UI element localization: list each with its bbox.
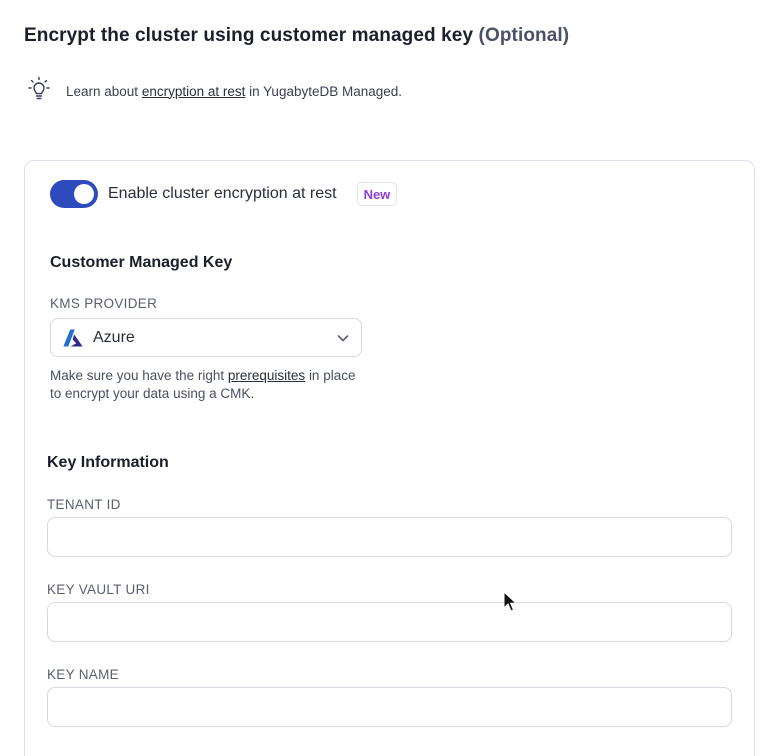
page-title: Encrypt the cluster using customer manag… bbox=[24, 25, 569, 47]
kms-provider-value: Azure bbox=[93, 328, 135, 346]
encryption-settings-page: Encrypt the cluster using customer manag… bbox=[0, 0, 768, 756]
key-name-label: KEY NAME bbox=[47, 667, 119, 682]
encryption-toggle[interactable] bbox=[50, 180, 98, 208]
key-information-title: Key Information bbox=[47, 454, 169, 471]
new-badge: New bbox=[356, 182, 398, 206]
kms-provider-select[interactable]: Azure bbox=[50, 318, 362, 357]
lightbulb-icon bbox=[28, 76, 50, 100]
toggle-knob bbox=[74, 184, 94, 204]
kms-provider-label: KMS PROVIDER bbox=[50, 296, 158, 311]
key-vault-uri-input[interactable] bbox=[47, 602, 732, 642]
encryption-card: Enable cluster encryption at rest New Cu… bbox=[24, 160, 755, 756]
help-prefix: Make sure you have the right bbox=[50, 368, 225, 383]
encryption-toggle-row: Enable cluster encryption at rest New bbox=[50, 179, 398, 209]
encryption-hint: Learn about encryption at rest in Yugaby… bbox=[22, 74, 402, 108]
tenant-id-label: TENANT ID bbox=[47, 497, 121, 512]
page-title-text: Encrypt the cluster using customer manag… bbox=[24, 25, 474, 46]
toggle-label: Enable cluster encryption at rest bbox=[108, 185, 337, 202]
kms-help-text: Make sure you have the right prerequisit… bbox=[50, 367, 370, 403]
azure-icon bbox=[63, 329, 83, 346]
encryption-at-rest-link[interactable]: encryption at rest bbox=[142, 84, 246, 99]
customer-managed-key-title: Customer Managed Key bbox=[50, 254, 233, 271]
hint-prefix: Learn about bbox=[66, 83, 139, 99]
mouse-pointer-icon bbox=[503, 591, 517, 612]
key-name-input[interactable] bbox=[47, 687, 732, 727]
tenant-id-input[interactable] bbox=[47, 517, 732, 557]
key-vault-uri-label: KEY VAULT URI bbox=[47, 582, 150, 597]
optional-label: (Optional) bbox=[478, 25, 570, 46]
prerequisites-link[interactable]: prerequisites bbox=[228, 368, 305, 383]
chevron-down-icon bbox=[337, 335, 349, 342]
hint-suffix: in YugabyteDB Managed. bbox=[249, 83, 403, 99]
